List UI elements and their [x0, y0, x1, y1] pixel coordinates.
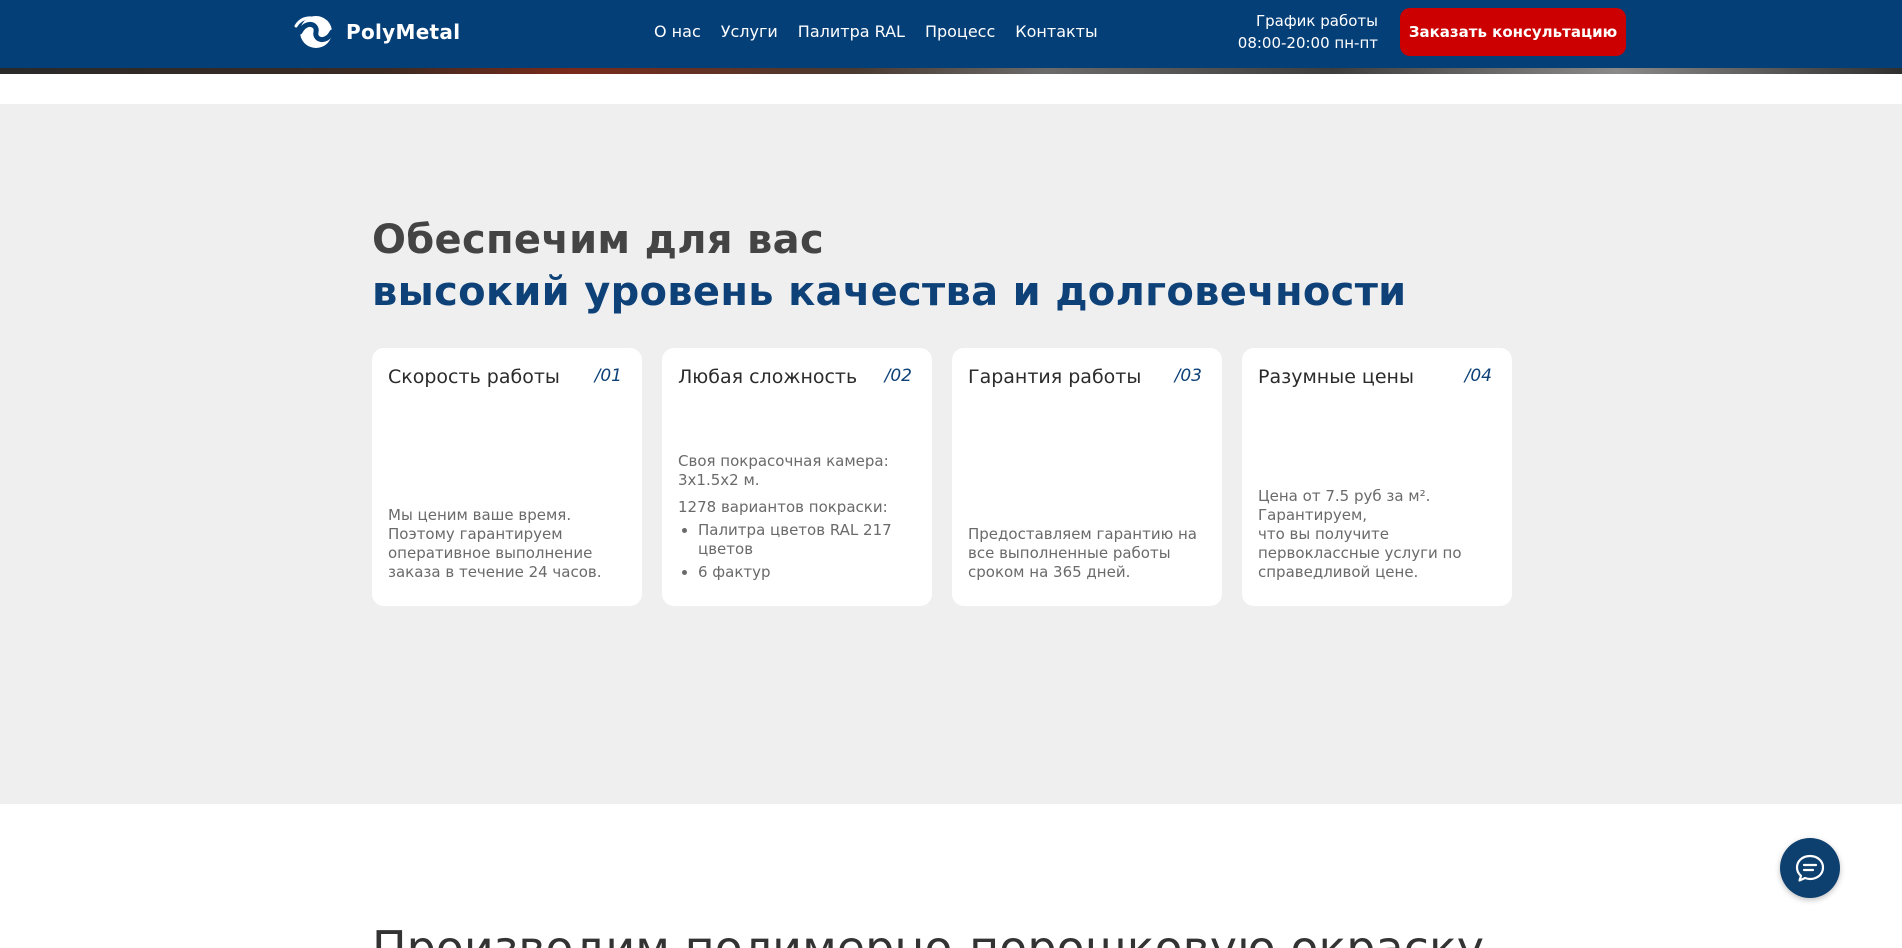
feature-card-speed: Скорость работы /01 Мы ценим ваше время.…: [372, 348, 642, 606]
card-text: Своя покрасочная камера: 3x1.5x2 м. 1278…: [678, 452, 918, 586]
nav-item-services[interactable]: Услуги: [721, 22, 778, 41]
hero-image-strip: [0, 68, 1902, 74]
card-paragraph: что вы получите первоклассные услуги по …: [1258, 525, 1462, 581]
card-number: /04: [1464, 366, 1492, 386]
feature-cards: Скорость работы /01 Мы ценим ваше время.…: [372, 348, 1512, 606]
card-paragraph: Мы ценим ваше время. Поэтому гарантируем…: [388, 506, 602, 581]
site-header: PolyMetal О нас Услуги Палитра RAL Проце…: [0, 0, 1902, 68]
polymetal-logo-icon: [294, 16, 335, 48]
card-text: Предоставляем гарантию на все выполненны…: [968, 525, 1208, 586]
card-text: Мы ценим ваше время. Поэтому гарантируем…: [388, 506, 628, 586]
chat-icon: [1795, 854, 1825, 882]
nav-item-ral-palette[interactable]: Палитра RAL: [798, 22, 905, 41]
next-heading-text: Производим полимерно-порошковую окраску: [372, 921, 1484, 948]
card-text: Цена от 7.5 руб за м². Гарантируем, что …: [1258, 487, 1498, 586]
card-title: Любая сложность: [678, 366, 858, 388]
nav-item-about[interactable]: О нас: [654, 22, 701, 41]
logo[interactable]: PolyMetal: [294, 14, 460, 50]
feature-card-prices: Разумные цены /04 Цена от 7.5 руб за м².…: [1242, 348, 1512, 606]
feature-card-complexity: Любая сложность /02 Своя покрасочная кам…: [662, 348, 932, 606]
logo-text: PolyMetal: [346, 20, 461, 44]
card-title: Разумные цены: [1258, 366, 1414, 388]
feature-card-warranty: Гарантия работы /03 Предоставляем гарант…: [952, 348, 1222, 606]
card-paragraph: Предоставляем гарантию на все выполненны…: [968, 525, 1197, 581]
card-number: /02: [884, 366, 912, 386]
heading-line-1: Обеспечим для вас: [372, 217, 824, 263]
main-nav: О нас Услуги Палитра RAL Процесс Контакт…: [654, 22, 1098, 41]
list-item: Палитра цветов RAL 217 цветов: [698, 521, 918, 559]
card-title: Гарантия работы: [968, 366, 1142, 388]
card-paragraph: Своя покрасочная камера: 3x1.5x2 м.: [678, 452, 889, 489]
card-title: Скорость работы: [388, 366, 560, 388]
card-paragraph: 1278 вариантов покраски:: [678, 498, 888, 516]
next-section-heading: Производим полимерно-порошковую окраску: [372, 918, 1672, 948]
card-paragraph: Гарантируем,: [1258, 506, 1368, 524]
heading-line-2: высокий уровень качества и долговечности: [372, 269, 1407, 315]
order-consultation-button[interactable]: Заказать консультацию: [1400, 8, 1626, 56]
card-bullet-list: Палитра цветов RAL 217 цветов 6 фактур: [698, 521, 918, 582]
card-number: /01: [594, 366, 622, 386]
chat-button[interactable]: [1780, 838, 1840, 898]
schedule-hours: 08:00-20:00 пн-пт: [1237, 34, 1378, 52]
list-item: 6 фактур: [698, 563, 918, 582]
nav-item-process[interactable]: Процесс: [925, 22, 995, 41]
work-schedule: График работы 08:00-20:00 пн-пт: [1226, 10, 1378, 54]
section-heading: Обеспечим для вас высокий уровень качест…: [372, 214, 1572, 318]
card-number: /03: [1174, 366, 1202, 386]
schedule-label: График работы: [1256, 12, 1378, 30]
features-section: Обеспечим для вас высокий уровень качест…: [0, 104, 1902, 804]
nav-item-contacts[interactable]: Контакты: [1015, 22, 1097, 41]
card-paragraph: Цена от 7.5 руб за м².: [1258, 487, 1431, 505]
